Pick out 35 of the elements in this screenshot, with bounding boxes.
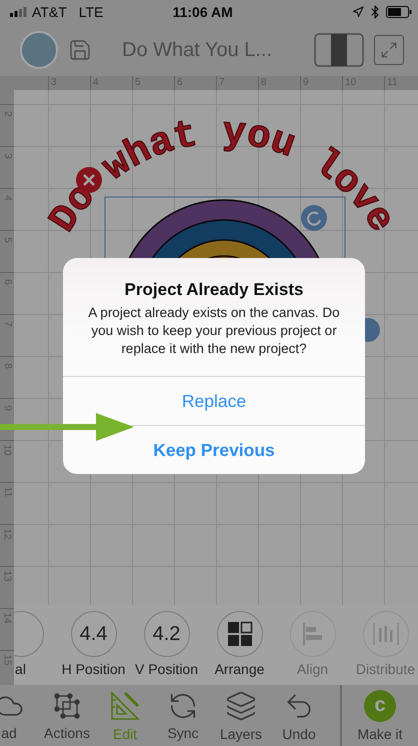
tool-label: Distribute	[356, 661, 416, 677]
project-title: Do What You L...	[122, 38, 274, 62]
tab-item[interactable]: Sync	[154, 685, 212, 746]
tool-label: H Position	[62, 661, 126, 677]
location-arrow-icon	[352, 6, 364, 18]
node-grid-icon	[52, 690, 82, 720]
logo-badge: c	[364, 690, 396, 722]
carrier-name: AT&T	[32, 4, 67, 20]
triangle-ruler-icon	[109, 690, 141, 722]
tab-item[interactable]: Actions	[38, 685, 96, 746]
make-it-label: Make it	[357, 726, 403, 742]
value-button[interactable]: 4.2	[144, 611, 190, 657]
panel-toggle-icon[interactable]	[314, 33, 364, 67]
tool-label: Align	[296, 661, 328, 677]
network-type: LTE	[78, 4, 104, 20]
tab-item[interactable]: ad	[0, 685, 38, 746]
make-it-tab[interactable]: c Make it	[340, 685, 418, 746]
arrange-button[interactable]	[216, 611, 262, 657]
battery-icon	[386, 6, 412, 18]
value-button[interactable]: 4.4	[70, 611, 116, 657]
tool-label: Arrange	[214, 661, 264, 677]
distribute-bars-icon	[372, 623, 398, 645]
avatar-placeholder[interactable]	[20, 31, 58, 69]
tab-item[interactable]: Layers	[212, 685, 270, 746]
dialog-message: A project already exists on the canvas. Do you wish to keep your previous project or replace it with the new project?	[87, 304, 341, 358]
dialog-title: Project Already Exists	[124, 280, 304, 300]
align-left-icon	[300, 622, 324, 646]
expand-icon[interactable]	[374, 35, 404, 65]
layers-icon	[225, 690, 257, 722]
signal-icon	[10, 7, 28, 17]
tab-item[interactable]: Undo	[270, 685, 328, 746]
tool-label: V Position	[134, 661, 198, 677]
grid-squares-icon	[226, 621, 252, 647]
status-time: 11:06 AM	[172, 4, 233, 20]
tool-label: al	[15, 661, 26, 677]
